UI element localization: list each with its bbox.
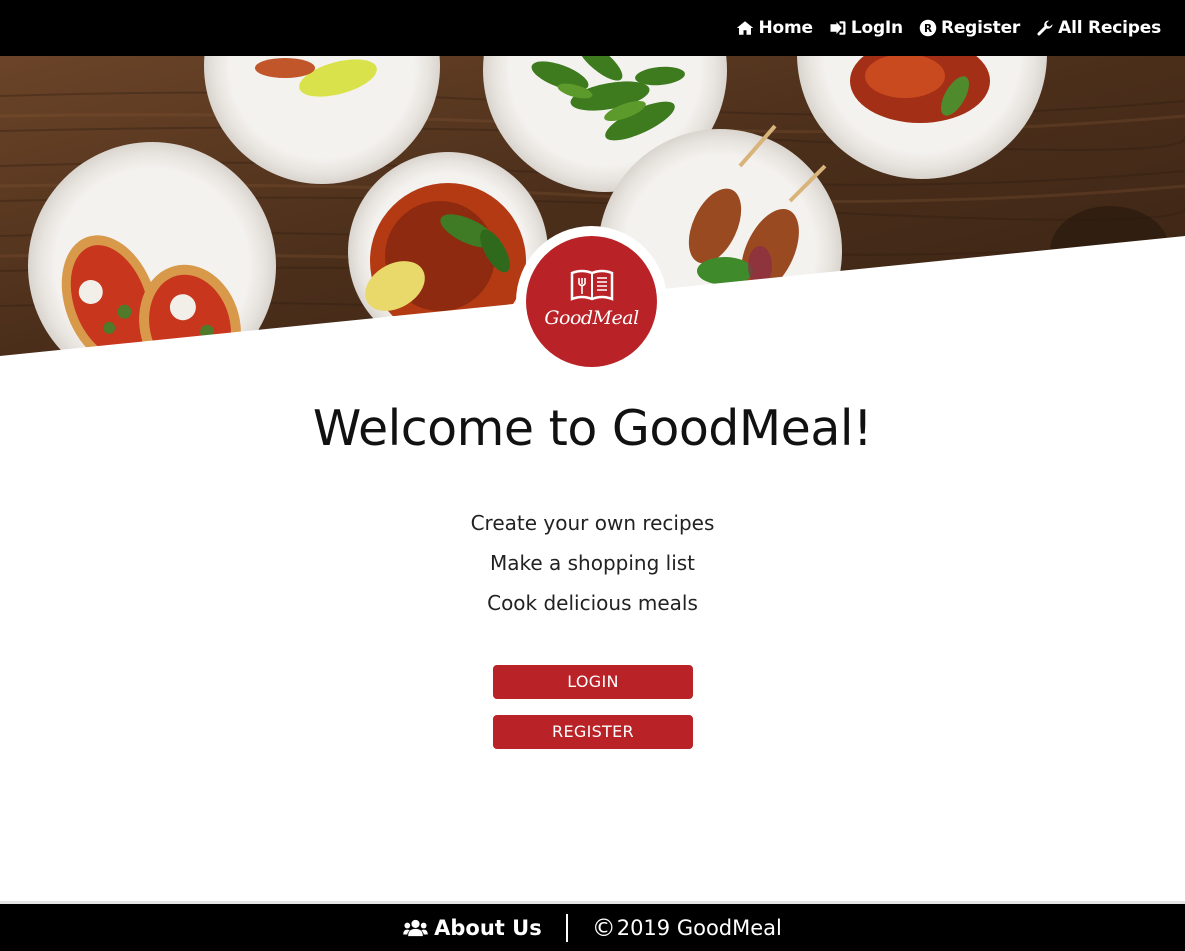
nav-item-login[interactable]: LogIn xyxy=(829,18,903,38)
copyright-text: © 2019 GoodMeal xyxy=(568,914,782,942)
registered-icon: R xyxy=(919,19,937,37)
copyright-label: 2019 GoodMeal xyxy=(616,915,782,940)
nav-item-label: Home xyxy=(758,18,813,38)
about-us-label: About Us xyxy=(434,915,542,940)
home-icon xyxy=(737,21,754,35)
logo-badge: GoodMeal xyxy=(526,236,657,367)
sign-in-icon xyxy=(830,21,846,35)
top-navbar: Home LogIn R Register All Recipes xyxy=(0,0,1185,56)
feature-item: Cook delicious meals xyxy=(487,591,698,615)
nav-item-label: All Recipes xyxy=(1058,18,1161,38)
feature-item: Create your own recipes xyxy=(470,511,715,535)
svg-text:R: R xyxy=(924,23,932,35)
page: Home LogIn R Register All Recipes GoodMe… xyxy=(0,0,1185,951)
nav-item-all-recipes[interactable]: All Recipes xyxy=(1036,18,1161,38)
footer: About Us © 2019 GoodMeal xyxy=(0,904,1185,951)
feature-list: Create your own recipes Make a shopping … xyxy=(0,508,1185,628)
goodmeal-logo: GoodMeal xyxy=(516,226,667,377)
nav-item-home[interactable]: Home xyxy=(736,18,813,38)
login-button[interactable]: LOGIN xyxy=(493,665,693,699)
wrench-icon xyxy=(1037,20,1053,36)
register-button[interactable]: REGISTER xyxy=(493,715,693,749)
users-icon xyxy=(403,919,428,936)
nav-item-label: Register xyxy=(940,18,1021,38)
nav-item-label: LogIn xyxy=(850,18,903,38)
copyright-icon: © xyxy=(591,913,616,942)
about-us-link[interactable]: About Us xyxy=(403,916,566,940)
page-title: Welcome to GoodMeal! xyxy=(312,400,873,457)
nav-item-register[interactable]: R Register xyxy=(919,18,1020,38)
logo-text: GoodMeal xyxy=(544,306,639,329)
feature-item: Make a shopping list xyxy=(489,551,696,575)
recipe-book-icon xyxy=(570,269,613,301)
